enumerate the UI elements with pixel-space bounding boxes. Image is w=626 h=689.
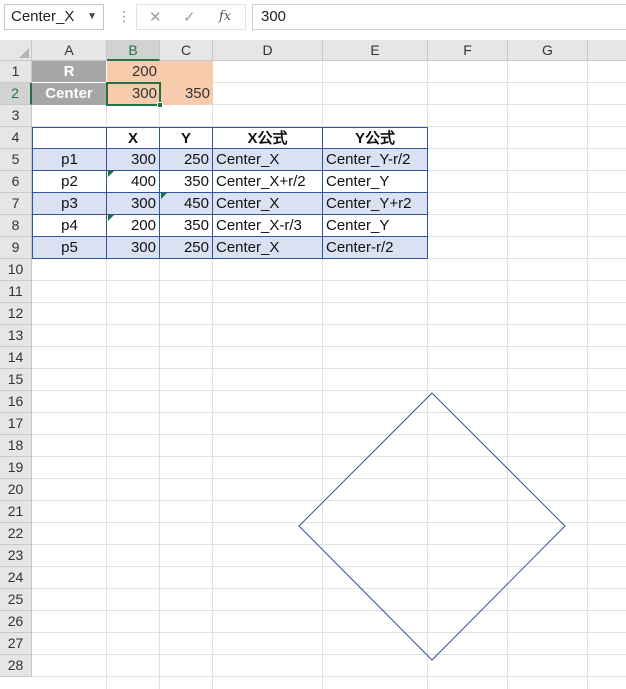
insert-function-icon[interactable]: fx	[219, 9, 231, 24]
name-box[interactable]: Center_X ▼	[4, 4, 104, 30]
more-options-icon[interactable]: ⋮	[117, 8, 131, 24]
formula-input[interactable]: 300	[252, 4, 626, 30]
diamond-outline	[298, 392, 566, 661]
worksheet-grid[interactable]: A B C D E F G 1 2 3 4 5 6 7 8 9 10 11 12 13 14 15 16 17 1…	[0, 40, 626, 689]
enter-icon[interactable]: ✓	[183, 8, 196, 26]
name-box-value: Center_X	[11, 8, 75, 25]
diamond-shape[interactable]	[0, 40, 626, 689]
cancel-icon[interactable]: ✕	[149, 8, 162, 26]
chevron-down-icon[interactable]: ▼	[87, 5, 97, 29]
formula-buttons: ✕ ✓ fx	[136, 4, 246, 30]
formula-bar: Center_X ▼ ⋮ ✕ ✓ fx 300	[0, 0, 626, 41]
